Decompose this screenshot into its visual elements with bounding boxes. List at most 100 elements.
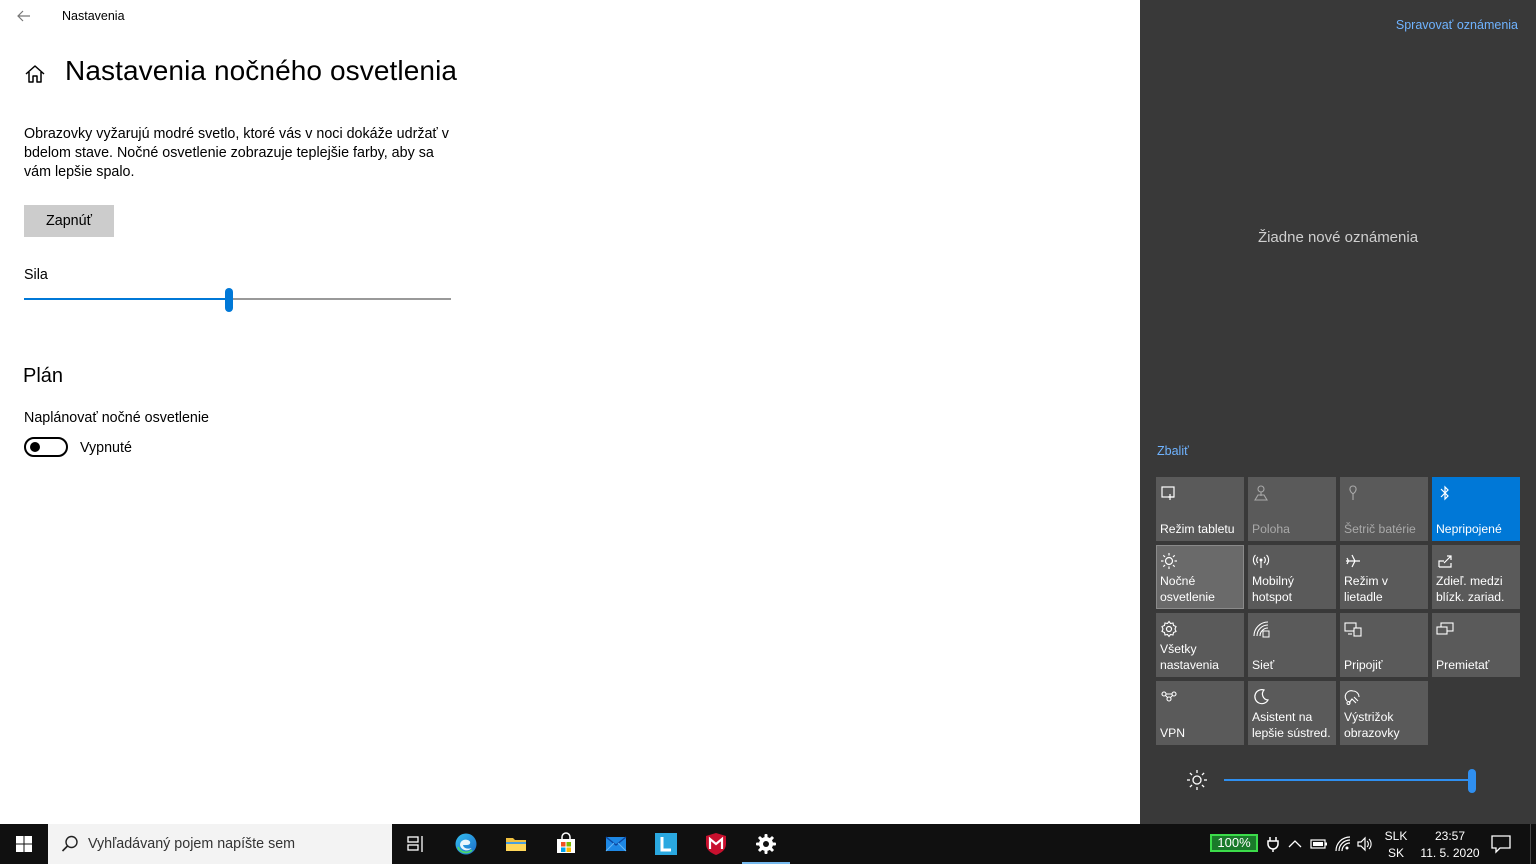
language-indicator[interactable]: SLK SK: [1384, 828, 1408, 862]
clock[interactable]: 23:57 11. 5. 2020: [1416, 828, 1484, 862]
taskbar-mail[interactable]: [592, 824, 640, 864]
project-icon: [1436, 620, 1454, 638]
mail-icon: [605, 836, 627, 852]
clock-time: 23:57: [1434, 829, 1466, 843]
schedule-toggle[interactable]: [24, 437, 68, 457]
quick-action-label: Zdieľ. medzi blízk. zariad.: [1436, 574, 1505, 604]
manage-notifications-link[interactable]: Spravovať oznámenia: [1396, 18, 1518, 32]
language-code: SLK: [1384, 829, 1408, 843]
battery-percentage[interactable]: 100%: [1210, 834, 1258, 852]
quick-action-tile[interactable]: VPN: [1156, 681, 1244, 745]
quick-action-label: Všetky nastavenia: [1160, 642, 1219, 672]
quick-action-tile[interactable]: Šetrič batérie: [1340, 477, 1428, 541]
quick-action-label: Mobilný hotspot: [1252, 574, 1294, 604]
quick-action-label: Poloha: [1252, 522, 1290, 536]
show-desktop-button[interactable]: [1530, 824, 1536, 864]
brightness-slider[interactable]: [1224, 768, 1476, 794]
taskbar: Vyhľadávaný pojem napíšte sem 100% SLK S…: [0, 824, 1536, 864]
settings-window: Nastavenia Nastavenia nočného osvetlenia…: [0, 0, 1140, 824]
tablet-mode-icon: [1160, 484, 1178, 502]
keyboard-layout: SK: [1387, 846, 1404, 860]
taskbar-edge[interactable]: [442, 824, 490, 864]
start-button[interactable]: [0, 824, 48, 864]
turn-on-button[interactable]: Zapnúť: [24, 205, 114, 237]
action-center-notification-icon[interactable]: [1490, 834, 1512, 854]
back-button[interactable]: [14, 6, 34, 26]
quick-action-label: Nočné osvetlenie: [1160, 574, 1215, 604]
plan-heading: Plán: [23, 365, 64, 387]
quick-action-label: Sieť: [1252, 658, 1275, 672]
volume-icon[interactable]: [1356, 835, 1374, 853]
quick-action-label: Pripojiť: [1344, 658, 1383, 672]
quick-action-tile[interactable]: Sieť: [1248, 613, 1336, 677]
edge-icon: [455, 833, 477, 855]
focus-assist-icon: [1252, 688, 1270, 706]
quick-action-label: Režim tabletu: [1160, 522, 1235, 536]
quick-action-tile[interactable]: Režim v lietadle: [1340, 545, 1428, 609]
toggle-knob: [30, 442, 40, 452]
quick-action-tile[interactable]: Premietať: [1432, 613, 1520, 677]
battery-icon[interactable]: [1310, 835, 1328, 853]
airplane-icon: [1344, 552, 1362, 570]
quick-action-tile[interactable]: Asistent na lepšie sústred.: [1248, 681, 1336, 745]
task-view-button[interactable]: [392, 824, 440, 864]
screen-snip-icon: [1344, 688, 1362, 706]
quick-action-tile[interactable]: Zdieľ. medzi blízk. zariad.: [1432, 545, 1520, 609]
search-icon: [61, 835, 78, 852]
brightness-slider-thumb[interactable]: [1468, 769, 1476, 793]
back-arrow-icon: [17, 10, 30, 22]
night-light-icon: [1160, 552, 1178, 570]
battery-saver-icon: [1344, 484, 1362, 502]
quick-action-label: Premietať: [1436, 658, 1490, 672]
quick-action-tile[interactable]: Poloha: [1248, 477, 1336, 541]
taskbar-store[interactable]: [542, 824, 590, 864]
wifi-icon[interactable]: [1334, 835, 1352, 853]
strength-slider-fill: [24, 298, 229, 300]
folder-icon: [506, 838, 526, 851]
quick-action-label: Šetrič batérie: [1344, 522, 1416, 536]
windows-logo-icon: [16, 836, 32, 852]
quick-action-tile[interactable]: Nočné osvetlenie: [1156, 545, 1244, 609]
gear-icon: [1160, 620, 1178, 638]
quick-action-tile[interactable]: Nepripojené: [1432, 477, 1520, 541]
quick-action-label: VPN: [1160, 726, 1186, 740]
home-icon[interactable]: [24, 63, 46, 85]
plug-icon[interactable]: [1264, 835, 1282, 853]
taskbar-l-app[interactable]: [642, 824, 690, 864]
bluetooth-icon: [1436, 484, 1454, 502]
search-placeholder: Vyhľadávaný pojem napíšte sem: [88, 836, 296, 852]
strength-label: Sila: [24, 267, 48, 283]
quick-action-tile[interactable]: Výstrižok obrazovky: [1340, 681, 1428, 745]
collapse-link[interactable]: Zbaliť: [1157, 444, 1189, 458]
brightness-icon: [1186, 769, 1208, 791]
connect-icon: [1344, 620, 1362, 638]
chevron-up-icon[interactable]: [1286, 835, 1304, 853]
window-title: Nastavenia: [62, 9, 125, 23]
quick-action-tile[interactable]: Všetky nastavenia: [1156, 613, 1244, 677]
clock-date: 11. 5. 2020: [1420, 846, 1480, 860]
strength-slider-thumb[interactable]: [224, 288, 233, 312]
quick-action-label: Asistent na lepšie sústred.: [1252, 710, 1331, 740]
action-center: Spravovať oznámenia Žiadne nové oznámeni…: [1140, 0, 1536, 824]
vpn-icon: [1160, 688, 1178, 706]
l-app-icon: [655, 833, 677, 855]
mcafee-shield-icon: [706, 833, 726, 855]
taskbar-settings[interactable]: [742, 824, 790, 864]
location-icon: [1252, 484, 1270, 502]
quick-action-tile[interactable]: Pripojiť: [1340, 613, 1428, 677]
taskbar-search-box[interactable]: Vyhľadávaný pojem napíšte sem: [48, 824, 392, 864]
strength-slider[interactable]: [24, 286, 451, 314]
schedule-label: Naplánovať nočné osvetlenie: [24, 410, 209, 426]
no-notifications-text: Žiadne nové oznámenia: [1257, 229, 1419, 246]
quick-action-tile[interactable]: Mobilný hotspot: [1248, 545, 1336, 609]
taskbar-file-explorer[interactable]: [492, 824, 540, 864]
task-view-icon: [407, 836, 423, 852]
brightness-slider-fill: [1224, 779, 1472, 781]
page-title: Nastavenia nočného osvetlenia: [65, 55, 458, 86]
nearby-share-icon: [1436, 552, 1454, 570]
quick-action-label: Výstrižok obrazovky: [1344, 710, 1400, 740]
taskbar-mcafee[interactable]: [692, 824, 740, 864]
quick-action-tile[interactable]: Režim tabletu: [1156, 477, 1244, 541]
gear-icon: [756, 834, 776, 854]
night-light-description: Obrazovky vyžarujú modré svetlo, ktoré v…: [24, 126, 449, 180]
